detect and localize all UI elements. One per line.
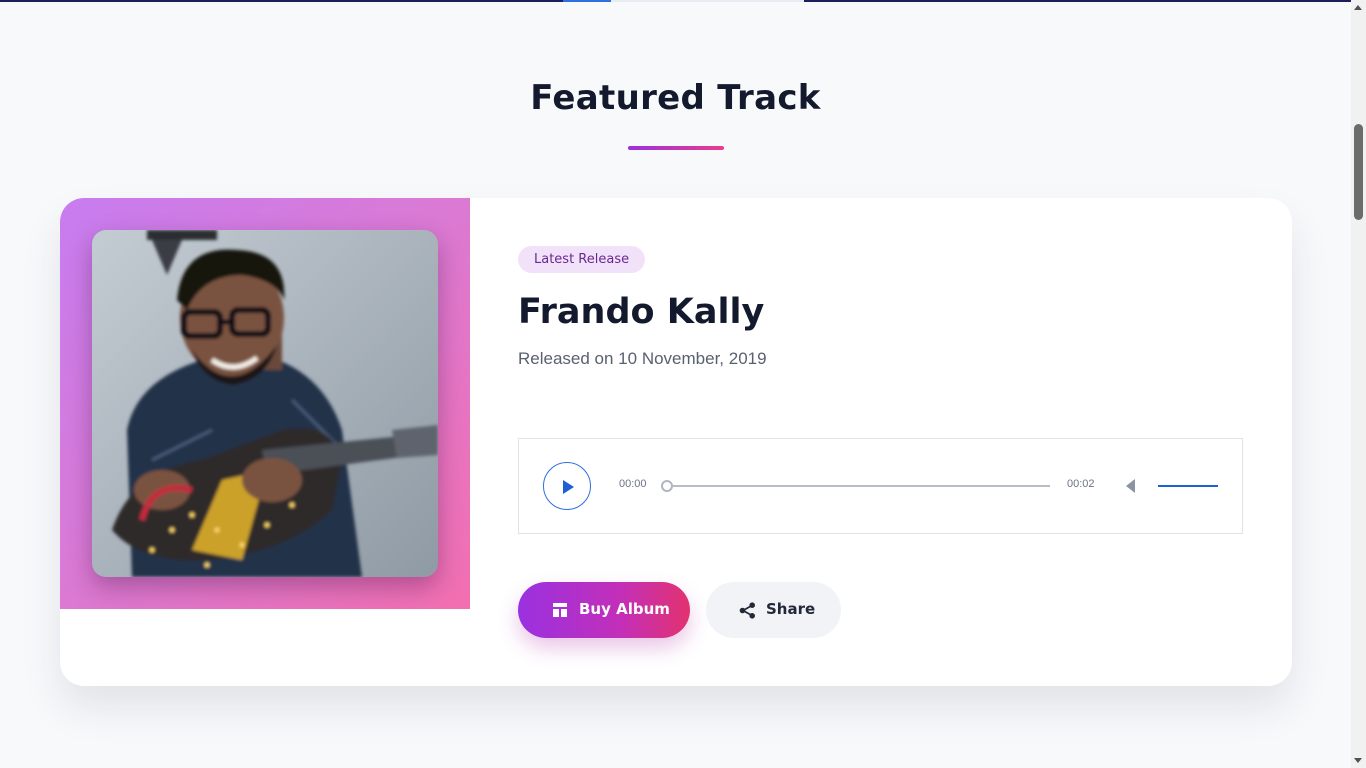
- share-icon: [739, 602, 755, 619]
- share-label: Share: [766, 600, 816, 618]
- artist-name: Frando Kally: [518, 292, 765, 332]
- share-button[interactable]: Share: [706, 582, 841, 638]
- section-title: Featured Track: [530, 78, 821, 118]
- volume-fill: [1158, 485, 1218, 487]
- current-time: 00:00: [619, 478, 647, 490]
- audio-player: 00:00 00:02: [518, 438, 1243, 534]
- release-date: Released on 10 November, 2019: [518, 349, 767, 368]
- volume-slider[interactable]: [1158, 485, 1218, 487]
- latest-release-badge: Latest Release: [518, 246, 646, 273]
- title-underline: [628, 146, 724, 150]
- buy-album-label: Buy Album: [579, 600, 670, 618]
- play-icon: [563, 480, 574, 494]
- mute-button[interactable]: [1124, 478, 1138, 494]
- featured-track-card: Latest Release Frando Kally Released on …: [60, 198, 1292, 686]
- progress-knob[interactable]: [661, 480, 673, 492]
- scroll-up-icon[interactable]: [1354, 5, 1362, 10]
- buy-album-button[interactable]: Buy Album: [518, 582, 690, 638]
- nav-indicator-active: [563, 0, 611, 2]
- album-art-panel: [60, 198, 470, 609]
- nav-indicator: [611, 0, 804, 2]
- scrollbar-thumb[interactable]: [1354, 124, 1363, 220]
- play-button[interactable]: [543, 462, 591, 510]
- scroll-down-icon[interactable]: [1354, 758, 1362, 763]
- volume-icon: [1126, 479, 1135, 493]
- artist-photo: [92, 230, 438, 577]
- top-nav-strip: [0, 0, 1351, 2]
- page-scrollbar[interactable]: [1351, 0, 1366, 768]
- album-icon: [553, 603, 567, 617]
- progress-bar[interactable]: [661, 480, 1050, 492]
- duration-time: 00:02: [1067, 478, 1095, 490]
